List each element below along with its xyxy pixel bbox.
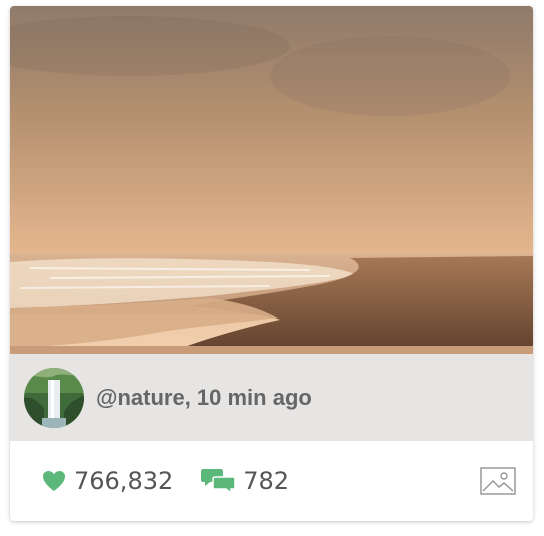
heart-icon (42, 470, 66, 492)
comments-icon (201, 468, 236, 494)
author-bar: @nature, 10 min ago (10, 354, 533, 441)
post-footer: 766,832 782 (10, 441, 533, 521)
avatar[interactable] (24, 367, 84, 428)
author-line[interactable]: @nature, 10 min ago (96, 385, 312, 411)
like-count: 766,832 (74, 467, 174, 495)
comment-count: 782 (243, 467, 290, 495)
like-button[interactable]: 766,832 (42, 467, 173, 495)
image-icon (480, 467, 516, 500)
post-card[interactable]: @nature, 10 min ago 766,832 782 (10, 6, 533, 521)
comment-button[interactable]: 782 (201, 467, 289, 495)
